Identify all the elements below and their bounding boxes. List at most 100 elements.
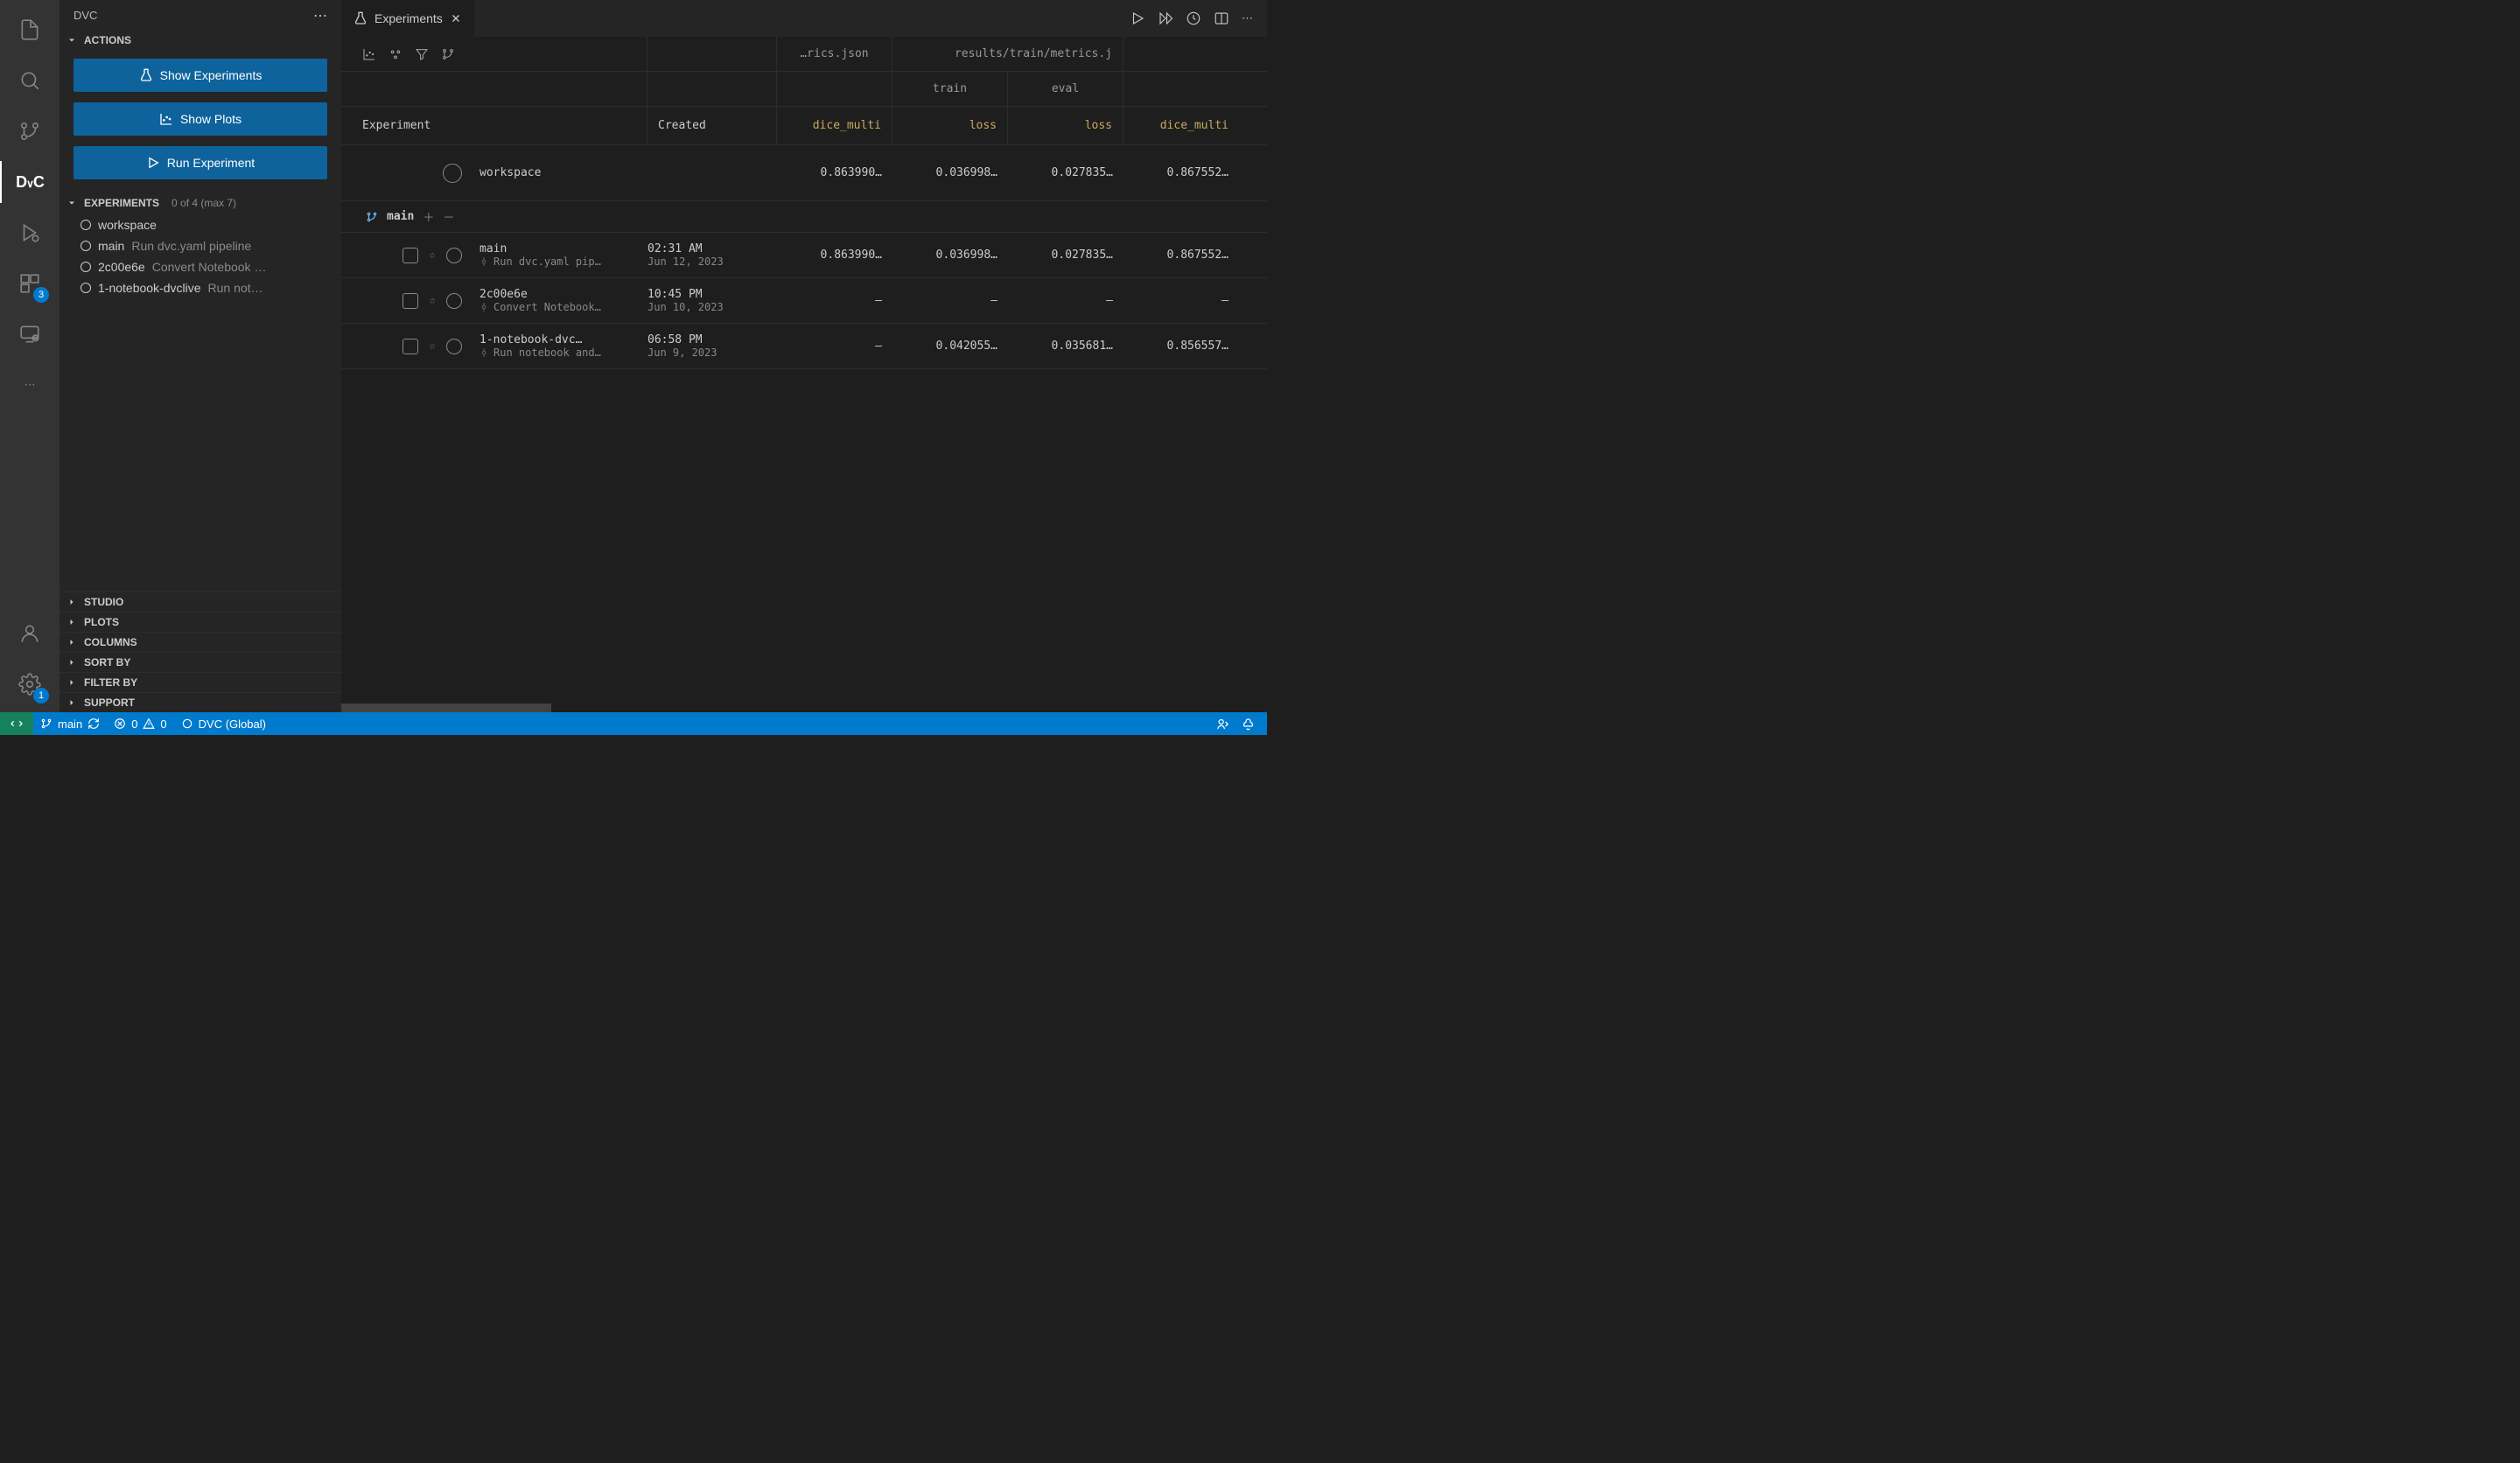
col-created[interactable]: Created (648, 107, 777, 144)
cell-metric: 0.867552… (1124, 233, 1239, 277)
status-feedback-button[interactable] (1216, 718, 1229, 731)
ring-icon (80, 283, 91, 293)
chevron-right-icon (66, 677, 79, 688)
split-button[interactable] (1214, 10, 1229, 26)
remote-icon (10, 717, 24, 731)
activity-account[interactable] (9, 612, 51, 654)
cell-time: 06:58 PM (648, 333, 777, 346)
row-main[interactable]: ☆ main Run dvc.yaml pip… 02:31 AM Jun 12… (341, 233, 1267, 278)
table-filter-button[interactable] (415, 47, 429, 61)
tab-experiments[interactable]: Experiments (341, 0, 475, 37)
experiments-list: workspace main Run dvc.yaml pipeline 2c0… (60, 213, 341, 300)
show-plots-button[interactable]: Show Plots (74, 102, 327, 136)
more-actions-button[interactable]: ⋯ (1242, 11, 1253, 25)
table-plots-button[interactable] (362, 47, 376, 61)
run-button[interactable] (1130, 10, 1145, 26)
cell-name: 1-notebook-dvc… (480, 333, 640, 346)
activity-dvc[interactable]: D∨C (9, 161, 51, 203)
activity-remote[interactable] (9, 313, 51, 355)
row-checkbox[interactable] (402, 293, 418, 309)
show-experiments-button[interactable]: Show Experiments (74, 59, 327, 92)
activity-more[interactable]: ⋯ (9, 364, 51, 406)
col-loss-eval[interactable]: loss (1008, 107, 1124, 144)
status-branch[interactable]: main (33, 712, 107, 735)
activity-source-control[interactable] (9, 110, 51, 152)
row-1-notebook[interactable]: ☆ 1-notebook-dvc… Run notebook and… 06:5… (341, 324, 1267, 369)
activity-extensions[interactable]: 3 (9, 262, 51, 304)
table-branch-button[interactable] (441, 47, 455, 61)
cell-metric: – (777, 278, 892, 323)
row-2c00e6e[interactable]: ☆ 2c00e6e Convert Notebook… 10:45 PM Jun… (341, 278, 1267, 324)
col-experiment[interactable]: Experiment (341, 107, 648, 144)
col-group-train-metrics[interactable]: results/train/metrics.j (892, 37, 1124, 71)
col-group-eval[interactable]: eval (1008, 72, 1124, 106)
status-dvc[interactable]: DVC (Global) (174, 712, 273, 735)
radio-icon[interactable] (446, 339, 462, 354)
cell-date: Jun 12, 2023 (648, 256, 777, 268)
cell-metric: 0.035681… (1008, 324, 1124, 368)
status-remote-button[interactable] (0, 712, 33, 735)
cell-metric: 0.856557… (1124, 324, 1239, 368)
run-all-button[interactable] (1158, 10, 1173, 26)
col-loss-train[interactable]: loss (892, 107, 1008, 144)
tab-close-button[interactable] (450, 12, 462, 24)
ring-icon (80, 220, 91, 230)
sidebar-exp-main[interactable]: main Run dvc.yaml pipeline (60, 235, 341, 256)
activity-explorer[interactable] (9, 9, 51, 51)
cell-metric: – (1124, 278, 1239, 323)
status-problems[interactable]: 0 0 (107, 712, 173, 735)
radio-icon[interactable] (446, 248, 462, 263)
sync-icon (88, 718, 100, 730)
table-star-button[interactable] (388, 47, 402, 61)
activity-run-debug[interactable] (9, 212, 51, 254)
remote-screen-icon (18, 323, 41, 346)
tab-label: Experiments (374, 11, 443, 25)
branch-add-button[interactable]: ＋ (423, 208, 434, 225)
cell-metric: 0.867552… (1124, 145, 1239, 200)
row-checkbox[interactable] (402, 339, 418, 354)
branch-remove-button[interactable]: － (443, 208, 454, 225)
section-columns-header[interactable]: COLUMNS (60, 632, 341, 652)
filter-icon (415, 47, 429, 61)
status-notifications-button[interactable] (1242, 718, 1255, 731)
run-experiment-button[interactable]: Run Experiment (74, 146, 327, 179)
sidebar-exp-workspace[interactable]: workspace (60, 214, 341, 235)
section-experiments-header[interactable]: EXPERIMENTS 0 of 4 (max 7) (60, 193, 341, 213)
sidebar-more-button[interactable]: ⋯ (313, 7, 327, 24)
star-button[interactable]: ☆ (429, 294, 436, 307)
cell-date: Jun 10, 2023 (648, 301, 777, 313)
activity-settings[interactable]: 1 (9, 663, 51, 705)
sidebar-exp-2c00e6e[interactable]: 2c00e6e Convert Notebook … (60, 256, 341, 277)
col-dice-multi-1[interactable]: dice_multi (777, 107, 892, 144)
close-icon (450, 12, 462, 24)
col-group-metrics-json[interactable]: …rics.json (777, 37, 892, 71)
section-sortby-header[interactable]: SORT BY (60, 652, 341, 672)
row-workspace[interactable]: workspace 0.863990… 0.036998… 0.027835… … (341, 145, 1267, 201)
section-actions-header[interactable]: ACTIONS (60, 31, 341, 50)
scroll-thumb[interactable] (341, 704, 551, 712)
stars-icon (388, 47, 402, 61)
star-button[interactable]: ☆ (429, 248, 436, 262)
refresh-button[interactable] (1186, 10, 1201, 26)
cell-name: main (480, 242, 640, 256)
section-studio-header[interactable]: STUDIO (60, 592, 341, 612)
row-branch-main[interactable]: main ＋ － (341, 201, 1267, 233)
star-button[interactable]: ☆ (429, 340, 436, 353)
dvc-logo-icon: D∨C (16, 173, 44, 192)
col-dice-multi-2[interactable]: dice_multi (1124, 107, 1239, 144)
horizontal-scrollbar[interactable] (341, 704, 1267, 712)
radio-icon[interactable] (443, 164, 462, 183)
chevron-right-icon (66, 617, 79, 627)
col-group-train[interactable]: train (892, 72, 1008, 106)
section-filterby-header[interactable]: FILTER BY (60, 672, 341, 692)
branch-icon (366, 211, 378, 223)
scatter-icon (362, 47, 376, 61)
section-plots-header[interactable]: PLOTS (60, 612, 341, 632)
sidebar-exp-notebook[interactable]: 1-notebook-dvclive Run not… (60, 277, 341, 298)
cell-date: Jun 9, 2023 (648, 346, 777, 359)
section-support-header[interactable]: SUPPORT (60, 692, 341, 712)
row-checkbox[interactable] (402, 248, 418, 263)
radio-icon[interactable] (446, 293, 462, 309)
editor-area: Experiments ⋯ (341, 0, 1267, 712)
activity-search[interactable] (9, 60, 51, 102)
